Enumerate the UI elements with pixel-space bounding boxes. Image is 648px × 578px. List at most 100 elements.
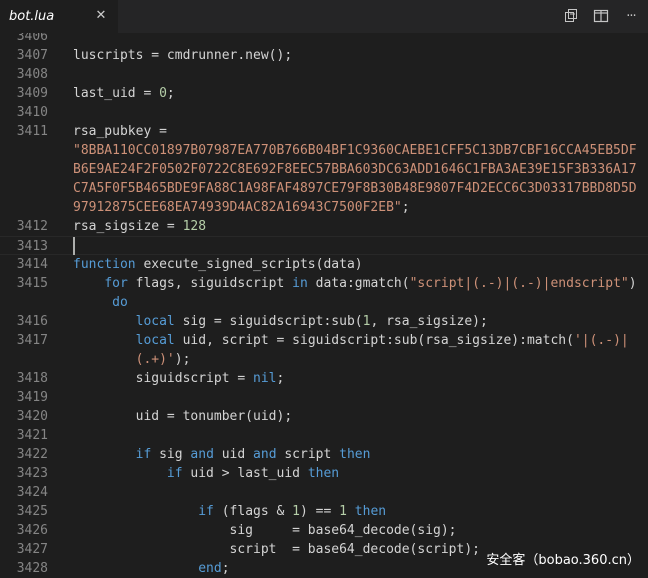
code-line[interactable]: 3414 function execute_signed_scripts(data… (0, 255, 648, 274)
tab-title: bot.lua (9, 9, 55, 24)
code-text: uid = tonumber(uid); (73, 407, 293, 426)
code-token: execute_signed_scripts(data) (135, 257, 363, 272)
code-line[interactable]: 3422 if sig and uid and script then (0, 445, 648, 464)
line-number: 3421 (16, 428, 48, 443)
code-line[interactable]: 3408 (0, 65, 648, 84)
line-number: 3411 (16, 124, 48, 139)
code-text: sig = base64_decode(sig); (73, 521, 457, 540)
line-number: 3418 (16, 371, 48, 386)
code-token: "script|(.-)|(.-)|endscript" (409, 276, 629, 291)
code-token: and (190, 447, 214, 462)
code-token: (flags & (213, 504, 293, 519)
code-line[interactable]: B6E9AE24F2F0502F0722C8E692F8EEC57BBA603D… (0, 160, 648, 179)
code-line[interactable]: 3426 sig = base64_decode(sig); (0, 521, 648, 540)
code-line[interactable]: 3409 last_uid = 0; (0, 84, 648, 103)
code-line[interactable]: do (0, 293, 648, 312)
code-text: C7A5F0F5B465BDE9FA88C1A98FAF4897CE79F8B3… (73, 179, 637, 198)
code-token: nil (253, 371, 277, 386)
code-line[interactable]: 3425 if (flags & 1) == 1 then (0, 502, 648, 521)
code-token: (.+)' (135, 352, 175, 367)
code-token: uid > last_uid (182, 466, 308, 481)
open-changes-icon[interactable] (562, 7, 580, 25)
code-token: rsa_pubkey = (73, 124, 167, 139)
line-number: 3413 (16, 239, 48, 254)
line-number: 3419 (16, 390, 48, 405)
line-number: 3415 (16, 276, 48, 291)
code-line[interactable]: 3418 siguidscript = nil; (0, 369, 648, 388)
code-line[interactable]: 3420 uid = tonumber(uid); (0, 407, 648, 426)
code-line[interactable]: 3417 local uid, script = siguidscript:su… (0, 331, 648, 350)
code-line[interactable]: 3416 local sig = siguidscript:sub(1, rsa… (0, 312, 648, 331)
code-text: local uid, script = siguidscript:sub(rsa… (73, 331, 629, 350)
code-text: luscripts = cmdrunner.new(); (73, 46, 292, 65)
code-line[interactable]: 3407 luscripts = cmdrunner.new(); (0, 46, 648, 65)
tab-bot-lua[interactable]: bot.lua ✕ (0, 0, 118, 33)
code-token: if (166, 466, 183, 481)
code-token: 0 (159, 86, 167, 101)
code-text: "8BBA110CC01897B07987EA770B766B04BF1C936… (73, 141, 637, 160)
code-token: then (354, 504, 387, 519)
code-token: uid = tonumber(uid); (73, 409, 293, 424)
code-token: function (73, 257, 136, 272)
code-token: ); (174, 352, 191, 367)
code-line[interactable]: "8BBA110CC01897B07987EA770B766B04BF1C936… (0, 141, 648, 160)
code-line[interactable]: (.+)'); (0, 350, 648, 369)
code-token: 1 (292, 504, 300, 519)
code-token: then (307, 466, 340, 481)
code-token: sig = siguidscript:sub( (174, 314, 363, 329)
close-icon[interactable]: ✕ (92, 7, 110, 25)
code-line[interactable]: 3415 for flags, siguidscript in data:gma… (0, 274, 648, 293)
code-text: last_uid = 0; (73, 84, 175, 103)
code-line[interactable]: C7A5F0F5B465BDE9FA88C1A98FAF4897CE79F8B3… (0, 179, 648, 198)
line-number: 3407 (16, 48, 48, 63)
code-token: sig = base64_decode(sig); (73, 523, 457, 538)
code-text: if (flags & 1) == 1 then (73, 502, 386, 521)
code-token: , rsa_sigsize); (370, 314, 488, 329)
code-line[interactable]: 3421 (0, 426, 648, 445)
code-text: B6E9AE24F2F0502F0722C8E692F8EEC57BBA603D… (73, 160, 637, 179)
code-text: if uid > last_uid then (73, 464, 339, 483)
code-line[interactable]: 3411 rsa_pubkey = (0, 122, 648, 141)
split-editor-icon[interactable] (592, 7, 610, 25)
code-token: local (135, 333, 175, 348)
code-token: 128 (182, 219, 207, 234)
code-line[interactable]: 3406 (0, 33, 648, 46)
line-number: 3427 (16, 542, 48, 557)
line-number: 3412 (16, 219, 48, 234)
code-line[interactable]: 3423 if uid > last_uid then (0, 464, 648, 483)
more-actions-icon[interactable]: ··· (622, 7, 640, 25)
code-token: ) (628, 276, 637, 291)
code-token: sig (151, 447, 191, 462)
code-token: ; (166, 86, 175, 101)
code-text: do (73, 293, 128, 312)
code-text: if sig and uid and script then (73, 445, 371, 464)
line-number: 3424 (16, 485, 48, 500)
code-line[interactable]: 3410 (0, 103, 648, 122)
line-number: 3416 (16, 314, 48, 329)
code-line[interactable]: 3413 (0, 236, 648, 255)
code-token: if (198, 504, 214, 519)
line-number: 3428 (16, 561, 48, 576)
code-line[interactable]: 3412 rsa_sigsize = 128 (0, 217, 648, 236)
code-text: script = base64_decode(script); (73, 540, 480, 559)
code-token: local (135, 314, 175, 329)
code-token: uid (213, 447, 254, 462)
code-line[interactable]: 3419 (0, 388, 648, 407)
code-text: (.+)'); (73, 350, 191, 369)
editor-actions: ··· (562, 7, 640, 25)
code-token: script = base64_decode(script); (73, 542, 480, 557)
line-number: 3426 (16, 523, 48, 538)
code-editor[interactable]: 3406 3407 luscripts = cmdrunner.new(); 3408… (0, 33, 648, 578)
code-token: rsa_sigsize = (73, 219, 183, 234)
line-number: 3409 (16, 86, 48, 101)
code-line[interactable]: 97912875CEE68EA74939D4AC82A16943C7500F2E… (0, 198, 648, 217)
code-line[interactable]: 3424 (0, 483, 648, 502)
code-token: end (198, 561, 222, 576)
code-token: data:gmatch( (307, 276, 410, 291)
code-token: then (339, 447, 371, 462)
code-token: "8BBA110CC01897B07987EA770B766B04BF1C936… (73, 143, 637, 158)
code-text: 97912875CEE68EA74939D4AC82A16943C7500F2E… (73, 198, 410, 217)
